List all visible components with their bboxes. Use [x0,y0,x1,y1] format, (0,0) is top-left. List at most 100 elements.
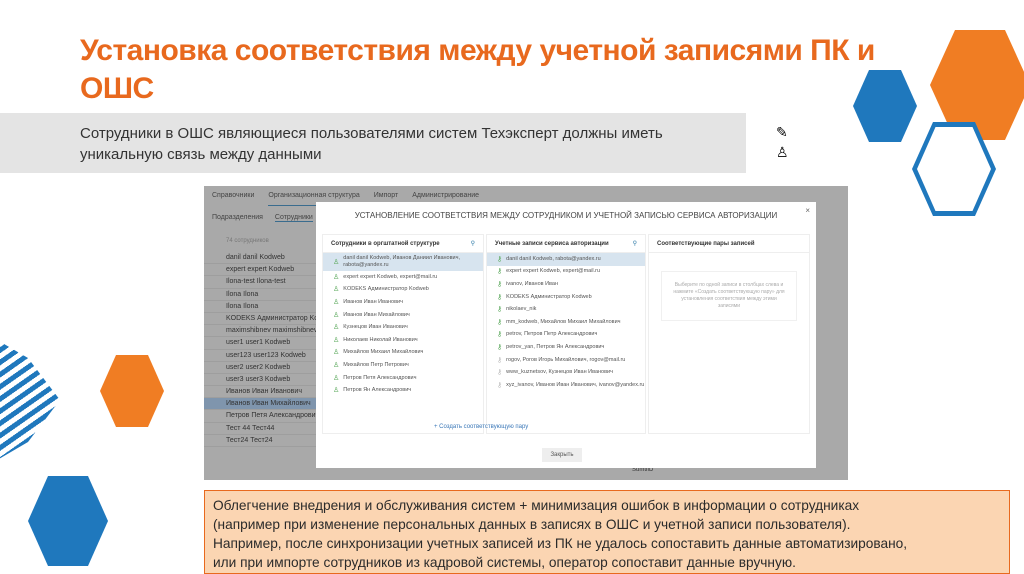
employee-row[interactable]: Тест 44 Тест44 [204,423,316,435]
item-label: Петров Петя Александрович [343,374,417,381]
list-item[interactable]: ♙ Кузнецов Иван Иванович [323,321,483,334]
employee-row[interactable]: Петров Петя Александрович [204,410,316,423]
employee-row[interactable]: danil danil Kodweb [204,252,316,265]
sub-menu: Подразделения Сотрудники До [204,214,334,222]
column-header: Соответствующие пары записей [657,241,755,247]
employee-row[interactable]: Иванов Иван Иванович [204,386,316,399]
employee-row[interactable]: Ilona Ilona [204,289,316,301]
tab[interactable]: Сотрудники [274,214,313,222]
employee-row[interactable]: expert expert Kodweb [204,264,316,277]
search-icon[interactable]: ⚲ [471,235,475,253]
list-item[interactable]: ⚷ petrov_yan, Петров Ян Александрович [487,341,645,354]
list-item[interactable]: ⚷ ivanov, Иванов Иван [487,278,645,291]
employee-row[interactable]: user123 user123 Kodweb [204,350,316,362]
item-label: rogov, Рогов Игорь Михайлович, rogov@mai… [506,356,626,363]
list-item[interactable]: ♙ Николаев Николай Иванович [323,334,483,347]
list-item[interactable]: ⚷ danil danil Kodweb, rabota@yandex.ru [487,253,645,266]
list-item[interactable]: ⚷ expert expert Kodweb, expert@mail.ru [487,266,645,279]
item-label: danil danil Kodweb, rabota@yandex.ru [506,255,601,262]
item-label: expert expert Kodweb, expert@mail.ru [506,268,601,275]
accounts-column: Учетные записи сервиса авторизации ⚲ ⚷ dan… [486,234,646,434]
close-button[interactable]: Закрыть [542,448,582,462]
employee-row[interactable]: user2 user2 Kodweb [204,362,316,374]
column-header: Сотрудники в оргштатной структуре [331,241,440,247]
item-label: KODEKS Администратор Kodweb [343,286,429,293]
decor-hex-orange-small [100,355,164,427]
note-line: Например, после синхронизации учетных за… [213,536,908,551]
employee-row[interactable]: Тест24 Тест24 [204,435,316,447]
subtitle-band: Сотрудники в ОШС являющиеся пользователя… [0,113,746,173]
employee-row[interactable]: Ilona-test Ilona-test [204,276,316,289]
note-line: (например при изменение персональных дан… [213,517,851,532]
item-label: ivanov, Иванов Иван [506,280,559,287]
employee-row[interactable]: user3 user3 Kodweb [204,374,316,387]
employee-row[interactable]: Иванов Иван Михайлович [204,398,316,411]
person-icon: ♙ [333,273,340,281]
list-item[interactable]: ⚷ rogov, Рогов Игорь Михайлович, rogov@ma… [487,354,645,367]
list-item[interactable]: ♙ Иванов Иван Михайлович [323,309,483,322]
decor-stripes [0,330,60,470]
menu-item[interactable]: Справочники [212,192,254,206]
key-icon: ⚷ [497,255,503,263]
tab[interactable]: Подразделения [212,214,263,222]
match-dialog: УСТАНОВЛЕНИЕ СООТВЕТСТВИЯ МЕЖДУ СОТРУДНИ… [316,202,816,468]
list-item[interactable]: ⚷ nikolaev_nik [487,303,645,316]
item-label: mm_kodweb, Михайлов Михаил Михайлович [506,318,621,325]
list-item[interactable]: ⚷ KODEKS Администратор Kodweb [487,291,645,304]
person-icon: ♙ [333,374,340,382]
key-icon: ⚷ [497,280,503,288]
subtitle-line: уникальную связь между данными [80,146,322,163]
note-box: Облегчение внедрения и обслуживания сист… [204,490,1010,574]
close-icon[interactable]: × [805,206,810,215]
list-item[interactable]: ♙ Михайлов Михаил Михайлович [323,347,483,360]
item-label: xyz_ivanov, Иванов Иван Иванович, ivanov… [506,381,645,388]
search-icon[interactable]: ⚲ [633,235,637,253]
list-item[interactable]: ♙ Иванов Иван Иванович [323,296,483,309]
item-label: Петров Ян Александрович [343,387,412,394]
item-label: petrov, Петров Петр Александрович [506,331,598,338]
pairs-column: Соответствующие пары записей Выберите по… [648,234,810,434]
item-label: danil danil Kodweb, Иванов Даниил Иванов… [343,255,460,268]
item-label: www_kuznetsov, Кузнецов Иван Иванович [506,369,613,376]
key-icon: ⚷ [497,369,503,377]
list-item[interactable]: ⚷ xyz_ivanov, Иванов Иван Иванович, ivano… [487,379,645,392]
item-label: nikolaev_nik [506,306,537,313]
list-item[interactable]: ⚷ mm_kodweb, Михайлов Михаил Михайлович [487,316,645,329]
person-icon: ♙ [333,258,340,266]
item-label: Михайлов Михаил Михайлович [343,349,424,356]
item-label: Николаев Николай Иванович [343,336,418,343]
key-icon: ⚷ [497,318,503,326]
list-item[interactable]: ♙ expert expert Kodweb, expert@mail.ru [323,271,483,284]
subtitle-line: Сотрудники в ОШС являющиеся пользователя… [80,125,663,142]
list-item[interactable]: ⚷ petrov, Петров Петр Александрович [487,329,645,342]
hint-text: Выберите по одной записи в столбцах слев… [661,271,797,321]
key-icon: ⚷ [497,306,503,314]
key-icon: ⚷ [497,293,503,301]
app-screenshot: Справочники Организационная структура Им… [204,186,848,480]
employees-column: Сотрудники в оргштатной структуре ⚲ ♙ dani… [322,234,484,434]
note-line: или при импорте сотрудников из кадровой … [213,555,796,570]
person-icon: ♙ [333,298,340,306]
dialog-title: УСТАНОВЛЕНИЕ СООТВЕТСТВИЯ МЕЖДУ СОТРУДНИ… [354,211,778,220]
employee-row[interactable]: maximshibnev maximshibnev Ko... [204,325,316,338]
key-icon: ⚷ [497,343,503,351]
list-item[interactable]: ⚷ www_kuznetsov, Кузнецов Иван Иванович [487,366,645,379]
create-pair-link[interactable]: + Создать соответствующую пару [434,424,528,430]
list-item[interactable]: ♙ Михайлов Петр Петрович [323,359,483,372]
person-icon: ♙ [333,324,340,332]
employee-row[interactable]: user1 user1 Kodweb [204,337,316,350]
slide-title: Установка соответствия между учетной зап… [80,34,875,105]
item-label: Иванов Иван Михайлович [343,311,410,318]
person-icon: ♙ [333,286,340,294]
list-item[interactable]: ♙ Петров Петя Александрович [323,372,483,385]
note-line: Облегчение внедрения и обслуживания сист… [213,498,860,513]
employee-list: danil danil Kodweb expert expert Kodweb Il… [204,252,316,447]
list-item[interactable]: ♙ Петров Ян Александрович [323,384,483,397]
column-header: Учетные записи сервиса авторизации [495,241,609,247]
key-icon: ⚷ [497,381,503,389]
list-item[interactable]: ♙ KODEKS Администратор Kodweb [323,284,483,297]
employee-row[interactable]: Ilona Ilona [204,301,316,313]
list-item[interactable]: ♙ danil danil Kodweb, Иванов Даниил Ивано… [323,253,483,271]
search-input[interactable]: 74 сотрудников [226,238,269,244]
employee-row[interactable]: KODEKS Администратор Kodweb [204,313,316,326]
